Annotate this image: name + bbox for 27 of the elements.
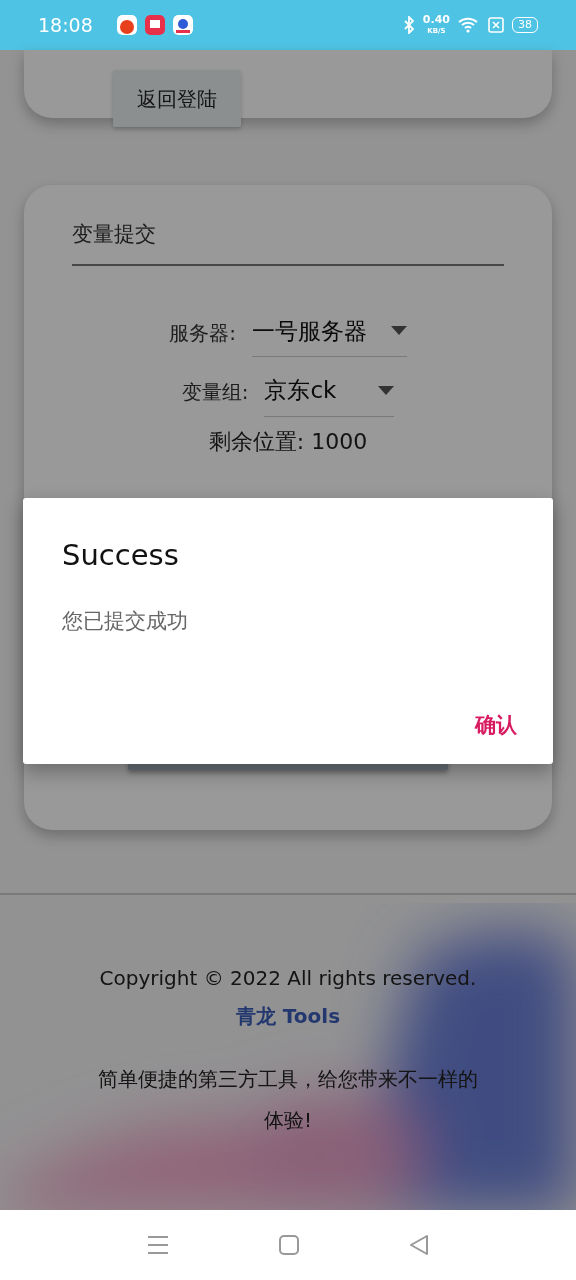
remaining-slots: 剩余位置: 1000 xyxy=(208,428,368,454)
home-icon[interactable] xyxy=(279,1235,299,1255)
app-icon xyxy=(116,15,137,35)
select-label: 变量组: xyxy=(181,379,249,406)
dropdown-select[interactable]: 一号服务器 xyxy=(251,313,407,357)
brand-link[interactable]: 青龙 Tools xyxy=(235,1004,341,1028)
select-label: 服务器: xyxy=(169,319,236,347)
confirm-button[interactable]: 确认 xyxy=(469,708,523,742)
dialog-title: Success xyxy=(62,537,180,574)
bluetooth-icon xyxy=(402,16,415,34)
back-icon[interactable] xyxy=(409,1235,429,1255)
caret-icon xyxy=(390,326,407,336)
back-to-login-button[interactable]: 返回登陆 xyxy=(113,70,241,127)
wifi-icon xyxy=(458,17,480,33)
dropdown-select[interactable]: 京东ck xyxy=(264,373,395,417)
title-field[interactable]: 变量提交 xyxy=(72,219,504,266)
network-speed: 0.40 xyxy=(422,14,450,25)
app-icon xyxy=(172,15,193,35)
dialog-message: 您已提交成功 xyxy=(62,607,189,635)
battery-level: 38 xyxy=(512,17,538,33)
sim-icon xyxy=(488,17,504,33)
menu-icon[interactable] xyxy=(147,1235,169,1255)
tagline: 简单便捷的第三方工具，给您带来不一样的体验! xyxy=(97,1066,479,1134)
copyright-text: Copyright © 2022 All rights reserved. xyxy=(99,966,477,990)
clock-time: 18:08 xyxy=(38,12,93,38)
app-icon xyxy=(144,15,165,35)
caret-icon xyxy=(378,385,395,395)
